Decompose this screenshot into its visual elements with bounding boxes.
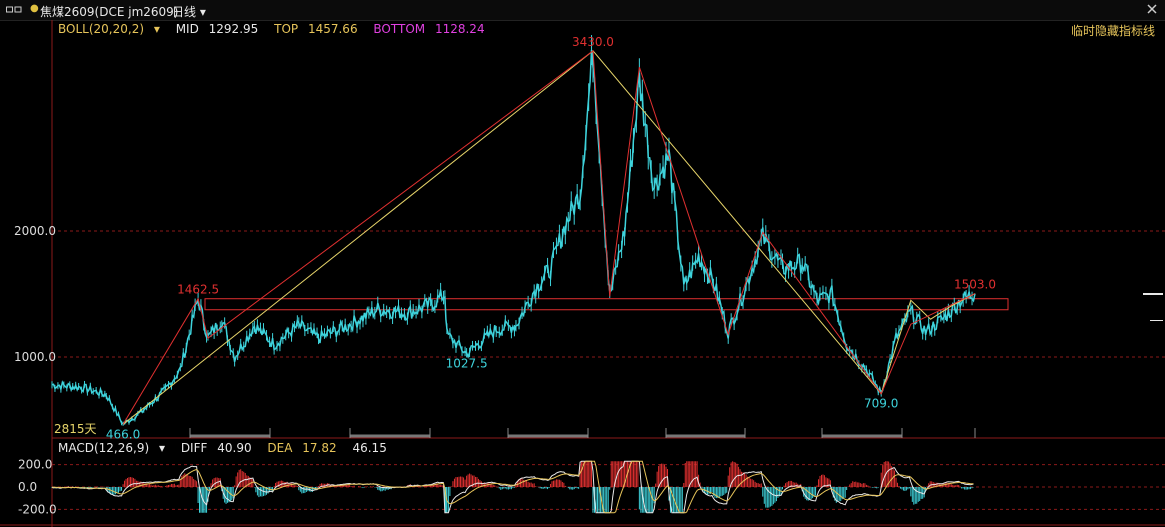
macd-y-tick-label: 0.0 bbox=[18, 480, 37, 494]
price-line bbox=[51, 49, 976, 425]
macd-y-tick-label: -200.0 bbox=[18, 502, 57, 516]
y-tick-label: 1000.0 bbox=[14, 350, 56, 364]
wave-line-yellow bbox=[122, 50, 976, 425]
price-annotation: 466.0 bbox=[106, 427, 140, 441]
wave-line-red bbox=[122, 49, 976, 425]
price-chart[interactable]: 2000.0 1000.0 200.0 0.0 -200.0 3430.0 1462.5… bbox=[0, 0, 1165, 527]
price-annotation: 1027.5 bbox=[446, 357, 488, 371]
price-annotation: 1462.5 bbox=[177, 283, 219, 297]
resistance-band bbox=[204, 298, 1009, 311]
y-tick-label: 2000.0 bbox=[14, 224, 56, 238]
days-count-label: 2815天 bbox=[54, 422, 97, 436]
price-annotation: 1503.0 bbox=[954, 278, 996, 292]
price-annotation: 3430.0 bbox=[572, 35, 614, 49]
right-edge-markers bbox=[1143, 293, 1163, 321]
price-annotation: 709.0 bbox=[864, 397, 898, 411]
macd-y-tick-label: 200.0 bbox=[18, 458, 52, 472]
